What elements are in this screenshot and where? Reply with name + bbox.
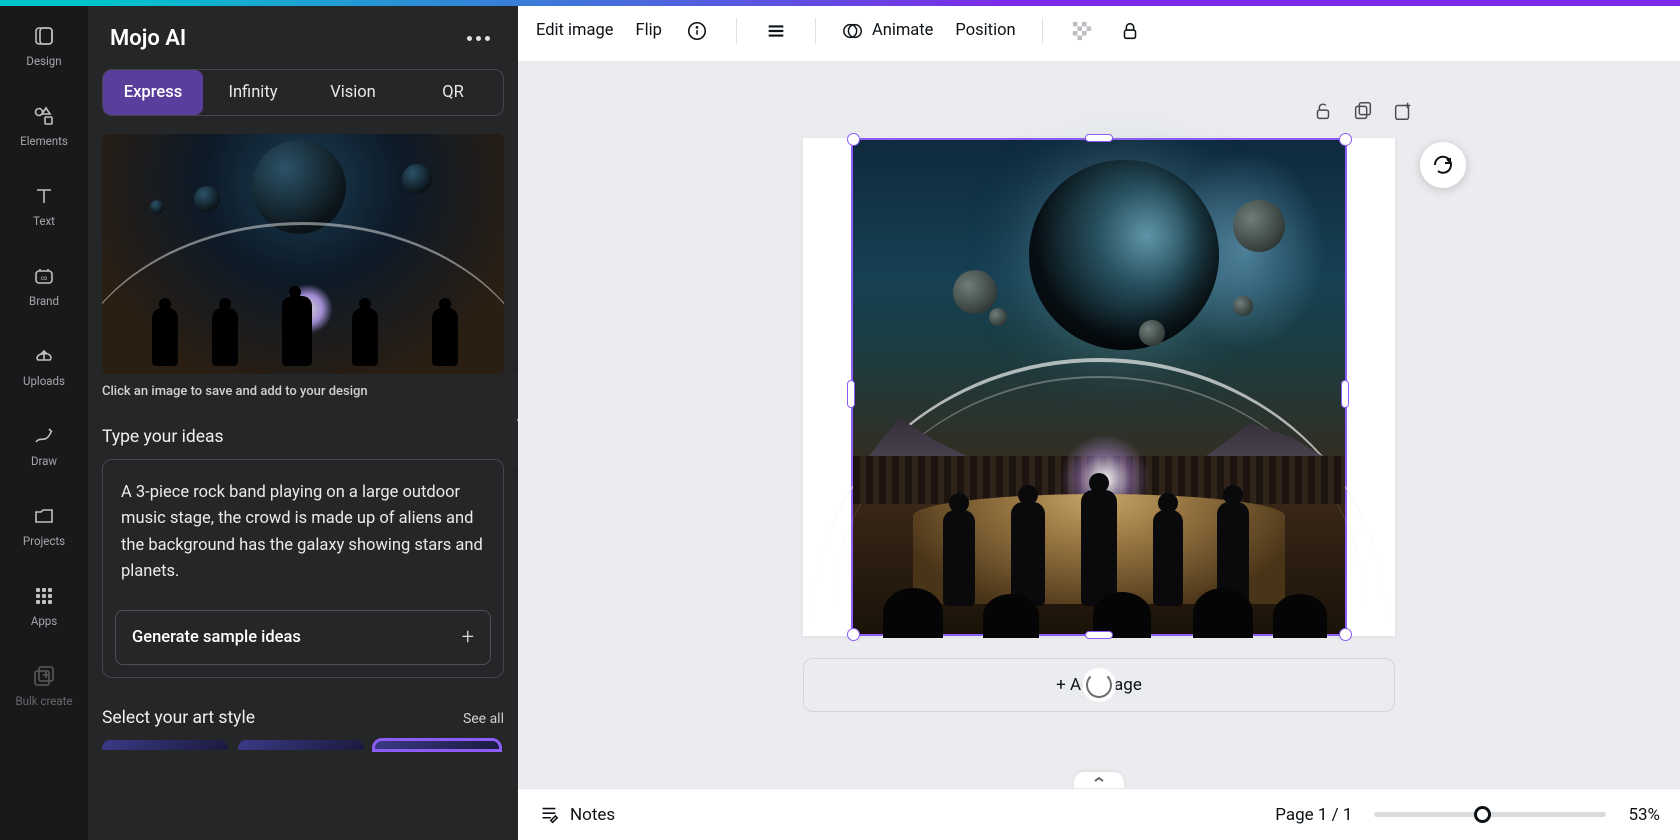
draw-icon (32, 424, 56, 448)
transparency-icon[interactable] (1069, 18, 1095, 44)
loading-spinner-icon (1086, 672, 1112, 698)
info-icon[interactable] (684, 18, 710, 44)
style-thumb-selected[interactable] (374, 740, 500, 750)
selected-image[interactable] (853, 140, 1345, 634)
nav-label: Apps (31, 614, 57, 628)
nav-bulk-create[interactable]: Bulk create (0, 660, 88, 712)
mode-tabs: Express Infinity Vision QR (102, 69, 504, 116)
nav-text[interactable]: Text (0, 180, 88, 232)
generated-preview[interactable] (102, 134, 504, 374)
regenerate-button[interactable] (1420, 142, 1466, 188)
page-add-icon[interactable] (1392, 100, 1414, 122)
plus-icon: + (462, 625, 474, 650)
text-icon (32, 184, 56, 208)
nav-apps[interactable]: Apps (0, 580, 88, 632)
zoom-value: 53% (1628, 805, 1660, 825)
preview-hint: Click an image to save and add to your d… (102, 384, 504, 399)
page-duplicate-icon[interactable] (1352, 100, 1374, 122)
position-button[interactable]: Position (955, 21, 1015, 40)
animate-button[interactable]: Animate (842, 20, 933, 42)
context-toolbar: Edit image Flip Animate Position (518, 0, 1680, 62)
canvas-area: Edit image Flip Animate Position (518, 0, 1680, 840)
design-page[interactable] (803, 138, 1395, 636)
ai-panel: Mojo AI Express Infinity Vision QR (88, 0, 518, 840)
elements-icon (32, 104, 56, 128)
page-unlock-icon[interactable] (1312, 100, 1334, 122)
nav-label: Elements (20, 134, 68, 148)
add-page-button[interactable]: + Add page (803, 658, 1395, 712)
svg-text:co: co (41, 275, 48, 282)
brand-icon: co (32, 264, 56, 288)
nav-label: Text (33, 214, 55, 228)
nav-elements[interactable]: Elements (0, 100, 88, 152)
style-thumbnails (102, 740, 504, 750)
nav-label: Brand (29, 294, 59, 308)
uploads-icon (32, 344, 56, 368)
style-label: Select your art style (102, 708, 255, 728)
list-icon[interactable] (763, 18, 789, 44)
notes-icon (538, 804, 560, 826)
nav-label: Uploads (23, 374, 65, 388)
nav-projects[interactable]: Projects (0, 500, 88, 552)
generate-sample-button[interactable]: Generate sample ideas + (115, 610, 491, 665)
generate-label: Generate sample ideas (132, 628, 301, 647)
panel-title: Mojo AI (110, 26, 186, 51)
nav-label: Bulk create (15, 694, 72, 708)
mode-tab-express[interactable]: Express (103, 70, 203, 115)
mode-tab-vision[interactable]: Vision (303, 70, 403, 115)
canvas-viewport[interactable]: + Add page (518, 62, 1680, 788)
page-indicator: Page 1 / 1 (1275, 805, 1352, 825)
nav-sidebar: Design Elements Text co Brand Uploads Dr… (0, 0, 88, 840)
prompt-input[interactable]: A 3-piece rock band playing on a large o… (111, 468, 495, 608)
nav-draw[interactable]: Draw (0, 420, 88, 472)
bulk-icon (32, 664, 56, 688)
mode-tab-infinity[interactable]: Infinity (203, 70, 303, 115)
lock-icon[interactable] (1117, 18, 1143, 44)
mode-tab-qr[interactable]: QR (403, 70, 503, 115)
zoom-slider[interactable] (1374, 812, 1606, 817)
style-thumb[interactable] (102, 740, 228, 750)
status-bar: Notes Page 1 / 1 53% (518, 788, 1680, 840)
ideas-label: Type your ideas (102, 427, 504, 447)
apps-icon (32, 584, 56, 608)
animate-icon (842, 20, 864, 42)
see-all-link[interactable]: See all (463, 711, 504, 727)
nav-label: Design (26, 54, 61, 68)
projects-icon (32, 504, 56, 528)
edit-image-button[interactable]: Edit image (536, 21, 614, 40)
nav-design[interactable]: Design (0, 20, 88, 72)
nav-label: Projects (23, 534, 65, 548)
flip-button[interactable]: Flip (636, 21, 662, 40)
nav-brand[interactable]: co Brand (0, 260, 88, 312)
scroll-indicator[interactable] (1074, 772, 1124, 788)
prompt-box: A 3-piece rock band playing on a large o… (102, 459, 504, 678)
nav-uploads[interactable]: Uploads (0, 340, 88, 392)
style-thumb[interactable] (238, 740, 364, 750)
notes-button[interactable]: Notes (538, 804, 615, 826)
nav-label: Draw (31, 454, 57, 468)
panel-more-button[interactable] (461, 30, 496, 47)
design-icon (32, 24, 56, 48)
